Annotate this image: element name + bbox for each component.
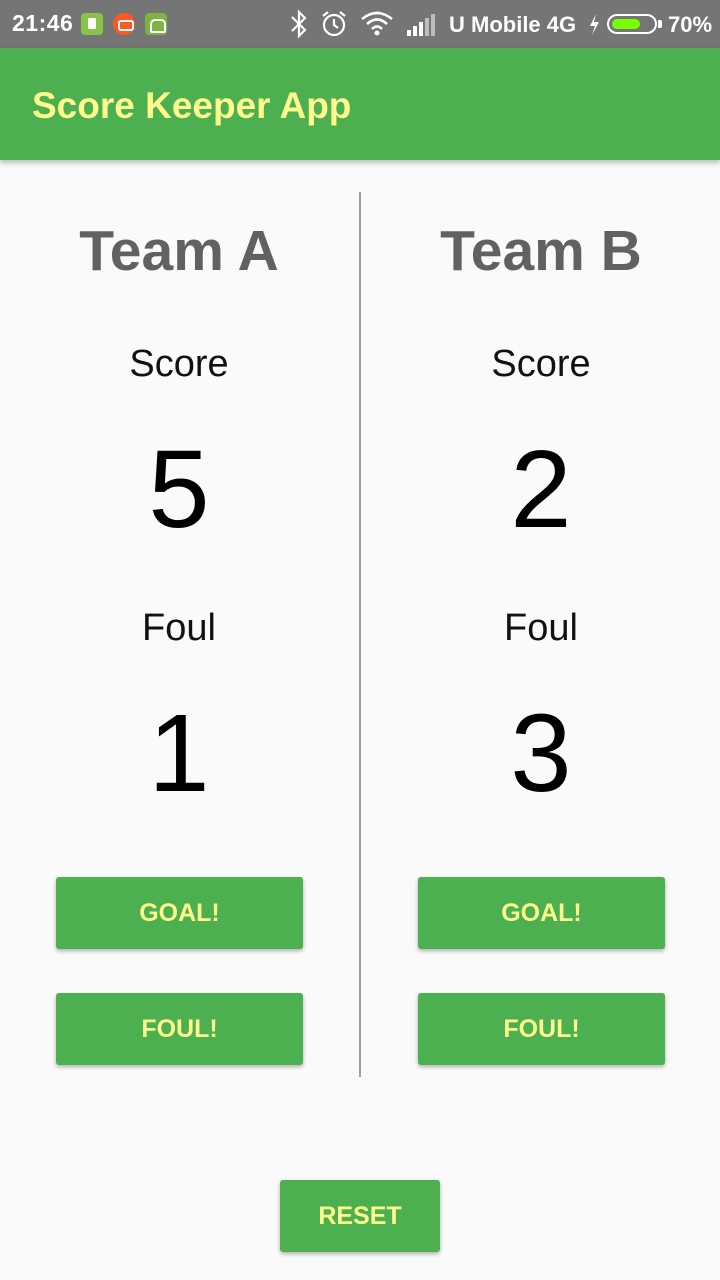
team-b-name: Team B [440, 219, 642, 283]
app-bar: Score Keeper App [0, 48, 720, 160]
signal-icon [407, 14, 435, 36]
team-a-score: 5 [148, 428, 210, 551]
team-b-foul-button[interactable]: FOUL! [418, 993, 665, 1065]
camera-app-icon [113, 13, 135, 35]
team-b-foul-label: Foul [504, 607, 578, 649]
battery-icon [607, 14, 657, 34]
team-a-foul-button[interactable]: FOUL! [56, 993, 303, 1065]
team-a-fouls: 1 [148, 692, 210, 815]
team-b-score-label: Score [491, 343, 591, 385]
sim-app-icon [81, 13, 103, 35]
status-bar: 21:46 U Mobile 4G 70% [0, 0, 720, 48]
battery-percent: 70% [668, 12, 713, 37]
team-a-name: Team A [79, 219, 279, 283]
status-time: 21:46 [12, 10, 74, 36]
app-title: Score Keeper App [32, 85, 352, 126]
alarm-icon [322, 11, 346, 37]
reset-button[interactable]: RESET [280, 1180, 440, 1252]
battery-level [612, 19, 640, 29]
wifi-icon [361, 11, 393, 36]
team-a-goal-button[interactable]: GOAL! [56, 877, 303, 949]
team-a-foul-label: Foul [142, 607, 216, 649]
team-b-goal-button[interactable]: GOAL! [418, 877, 665, 949]
battery-tip [658, 20, 662, 28]
column-divider [359, 192, 361, 1077]
team-a-score-label: Score [129, 343, 229, 385]
bluetooth-icon [291, 9, 307, 39]
team-b-score: 2 [510, 428, 572, 551]
carrier-label: U Mobile 4G [449, 12, 577, 37]
charging-icon [590, 14, 599, 35]
android-app-icon [145, 13, 167, 35]
team-b-fouls: 3 [510, 692, 572, 815]
